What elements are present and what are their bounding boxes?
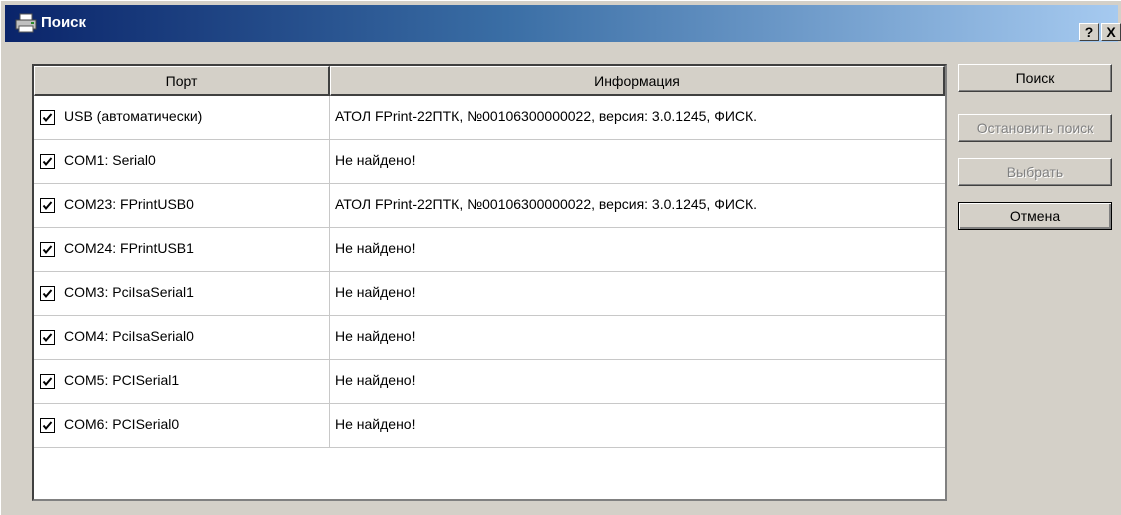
port-cell: COM1: Serial0: [34, 140, 330, 183]
window-title: Поиск: [41, 14, 87, 31]
port-label: USB (автоматически): [64, 108, 203, 124]
info-label: Не найдено!: [335, 416, 416, 432]
checkmark-icon: [42, 157, 53, 167]
port-label: COM3: PciIsaSerial1: [64, 284, 194, 300]
port-cell: COM3: PciIsaSerial1: [34, 272, 330, 315]
port-checkbox[interactable]: [40, 242, 55, 257]
port-label: COM6: PCISerial0: [64, 416, 180, 432]
checkmark-icon: [42, 245, 53, 255]
cancel-button[interactable]: Отмена: [958, 202, 1112, 230]
table-row[interactable]: COM6: PCISerial0 Не найдено!: [34, 404, 945, 448]
port-cell: COM4: PciIsaSerial0: [34, 316, 330, 359]
port-grid[interactable]: Порт Информация USB (автоматически) АТОЛ …: [32, 64, 947, 501]
stop-search-button[interactable]: Остановить поиск: [958, 114, 1112, 142]
info-label: Не найдено!: [335, 240, 416, 256]
port-label: COM1: Serial0: [64, 152, 156, 168]
port-cell: USB (автоматически): [34, 96, 330, 139]
table-row[interactable]: COM24: FPrintUSB1 Не найдено!: [34, 228, 945, 272]
port-checkbox[interactable]: [40, 418, 55, 433]
info-label: АТОЛ FPrint-22ПТК, №00106300000022, верс…: [335, 108, 758, 124]
column-header-port[interactable]: Порт: [34, 66, 330, 96]
port-checkbox[interactable]: [40, 154, 55, 169]
info-label: Не найдено!: [335, 152, 416, 168]
info-cell: Не найдено!: [330, 316, 945, 359]
column-header-info[interactable]: Информация: [330, 66, 945, 96]
title-bar[interactable]: Поиск ? X: [5, 5, 1121, 42]
printer-icon: [15, 13, 39, 33]
checkmark-icon: [42, 377, 53, 387]
port-checkbox[interactable]: [40, 330, 55, 345]
info-cell: Не найдено!: [330, 360, 945, 403]
table-row[interactable]: COM1: Serial0 Не найдено!: [34, 140, 945, 184]
help-button[interactable]: ?: [1079, 23, 1099, 41]
checkmark-icon: [42, 113, 53, 123]
info-label: Не найдено!: [335, 328, 416, 344]
info-label: Не найдено!: [335, 372, 416, 388]
search-dialog: Поиск ? X Порт Информация USB (автоматич…: [0, 0, 1121, 515]
info-label: АТОЛ FPrint-22ПТК, №00106300000022, верс…: [335, 196, 758, 212]
info-cell: Не найдено!: [330, 404, 945, 447]
checkmark-icon: [42, 421, 53, 431]
table-row[interactable]: COM23: FPrintUSB0 АТОЛ FPrint-22ПТК, №001…: [34, 184, 945, 228]
port-label: COM4: PciIsaSerial0: [64, 328, 194, 344]
port-cell: COM23: FPrintUSB0: [34, 184, 330, 227]
port-cell: COM5: PCISerial1: [34, 360, 330, 403]
checkmark-icon: [42, 201, 53, 211]
info-label: Не найдено!: [335, 284, 416, 300]
grid-header: Порт Информация: [34, 66, 945, 96]
table-row[interactable]: USB (автоматически) АТОЛ FPrint-22ПТК, №0…: [34, 96, 945, 140]
search-button[interactable]: Поиск: [958, 64, 1112, 92]
table-row[interactable]: COM3: PciIsaSerial1 Не найдено!: [34, 272, 945, 316]
info-cell: АТОЛ FPrint-22ПТК, №00106300000022, верс…: [330, 184, 945, 227]
table-row[interactable]: COM5: PCISerial1 Не найдено!: [34, 360, 945, 404]
checkmark-icon: [42, 289, 53, 299]
port-label: COM23: FPrintUSB0: [64, 196, 194, 212]
port-cell: COM24: FPrintUSB1: [34, 228, 330, 271]
port-label: COM5: PCISerial1: [64, 372, 180, 388]
select-button[interactable]: Выбрать: [958, 158, 1112, 186]
port-cell: COM6: PCISerial0: [34, 404, 330, 447]
info-cell: АТОЛ FPrint-22ПТК, №00106300000022, верс…: [330, 96, 945, 139]
checkmark-icon: [42, 333, 53, 343]
port-checkbox[interactable]: [40, 110, 55, 125]
port-checkbox[interactable]: [40, 286, 55, 301]
port-checkbox[interactable]: [40, 198, 55, 213]
info-cell: Не найдено!: [330, 272, 945, 315]
close-button[interactable]: X: [1101, 23, 1121, 41]
table-row[interactable]: COM4: PciIsaSerial0 Не найдено!: [34, 316, 945, 360]
info-cell: Не найдено!: [330, 228, 945, 271]
port-checkbox[interactable]: [40, 374, 55, 389]
port-label: COM24: FPrintUSB1: [64, 240, 194, 256]
info-cell: Не найдено!: [330, 140, 945, 183]
